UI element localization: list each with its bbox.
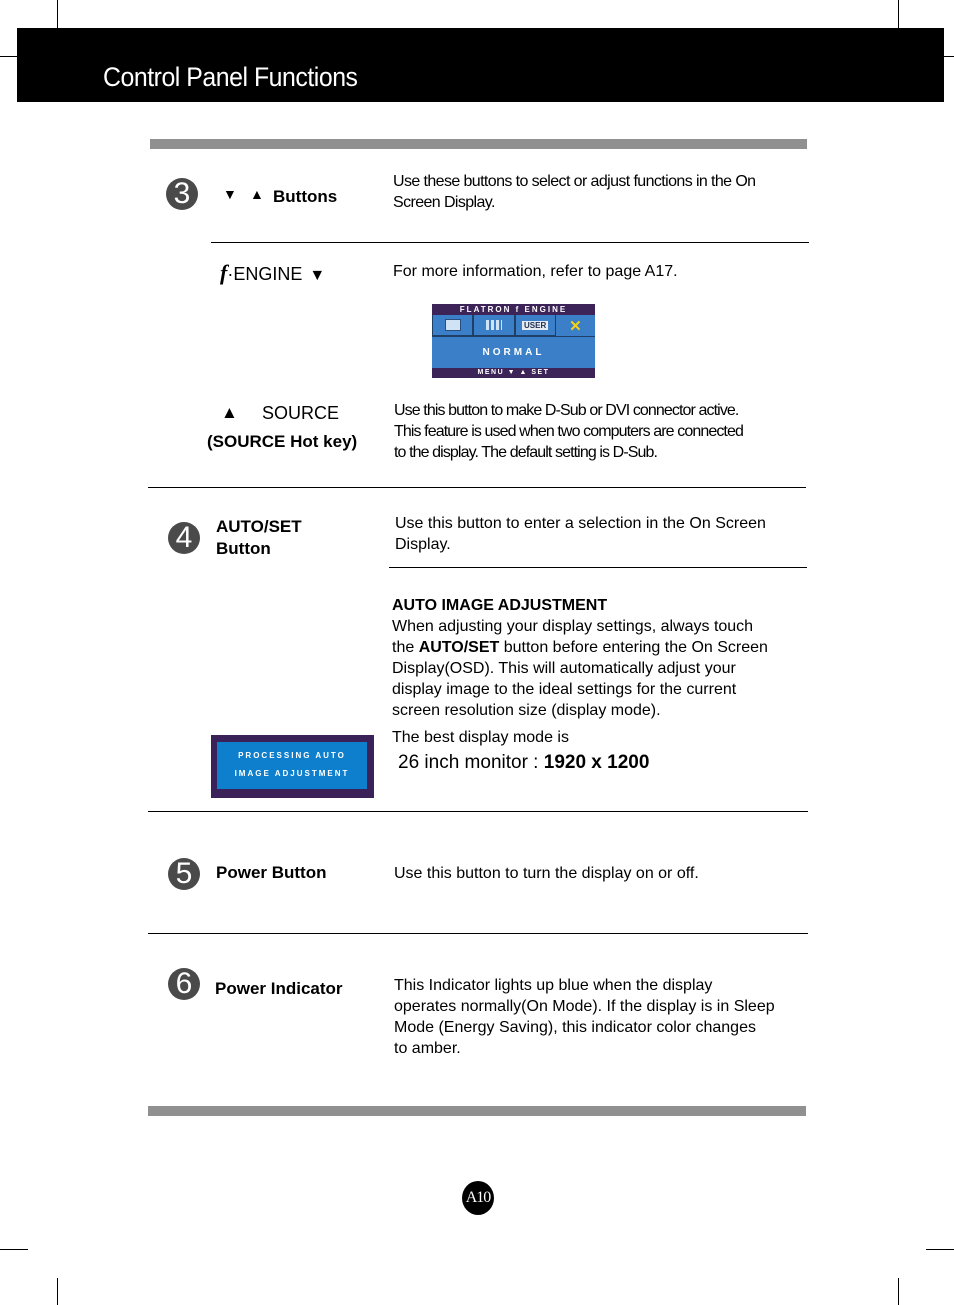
f-engine-description: For more information, refer to page A17. [393, 263, 678, 280]
label-line: AUTO/SET [216, 517, 302, 536]
crop-mark [898, 0, 899, 28]
engine-text: ·ENGINE [227, 264, 303, 284]
section-number-badge: 3 [166, 178, 198, 210]
crop-mark [926, 1249, 954, 1250]
source-description: Use this button to make D-Sub or DVI con… [394, 400, 744, 463]
source-label: SOURCE [262, 403, 340, 423]
auto-set-description: Use this button to enter a selection in … [395, 513, 766, 555]
resolution: 1920 x 1200 [543, 752, 650, 773]
up-triangle-icon: ▲ [250, 186, 264, 202]
divider [389, 567, 807, 568]
divider [211, 242, 809, 243]
processing-osd-image: PROCESSING AUTO IMAGE ADJUSTMENT [211, 735, 374, 798]
page-number-badge: A10 [462, 1181, 494, 1215]
buttons-description: Use these buttons to select or adjust fu… [393, 171, 756, 213]
header-bar: Control Panel Functions [17, 28, 944, 102]
section-number-badge: 6 [168, 968, 200, 1000]
power-button-description: Use this button to turn the display on o… [394, 865, 699, 882]
description-line: Display(OSD). This will automatically ad… [392, 660, 736, 677]
section-number-badge: 4 [168, 522, 200, 554]
description-line: Screen Display. [393, 194, 495, 211]
down-triangle-icon: ▼ [223, 186, 237, 202]
buttons-label: Buttons [273, 187, 338, 206]
crop-mark [57, 1278, 58, 1305]
osd-tabs: USER ✕ [432, 315, 595, 337]
f-engine-label: f·ENGINE ▼ [220, 260, 325, 286]
auto-adjust-text: AUTO IMAGE ADJUSTMENT When adjusting you… [392, 595, 768, 721]
osd-line: IMAGE ADJUSTMENT [234, 769, 350, 778]
text: button before entering the On Screen [499, 639, 768, 656]
f-engine-osd-image: FLATRON f ENGINE USER ✕ NORMAL MENU ▼ ▲ … [432, 304, 595, 378]
description-line: display image to the ideal settings for … [392, 681, 737, 698]
osd-footer: MENU ▼ ▲ SET [432, 368, 595, 378]
monitor-size: 26 inch monitor : [398, 752, 544, 773]
x-icon: ✕ [569, 317, 582, 335]
user-label: USER [522, 320, 549, 330]
auto-set-label: AUTO/SET Button [216, 516, 302, 560]
description-line: When adjusting your display settings, al… [392, 618, 754, 635]
crop-mark [0, 1249, 28, 1250]
description-line: Mode (Energy Saving), this indicator col… [394, 1019, 756, 1036]
up-triangle-icon: ▲ [221, 403, 238, 422]
auto-set-emphasis: AUTO/SET [418, 639, 500, 656]
description-line: Use this button to make D-Sub or DVI con… [394, 402, 739, 419]
grid-icon [473, 315, 515, 336]
description-line: screen resolution size (display mode). [392, 702, 661, 719]
text: the [392, 639, 419, 656]
description-line: the AUTO/SET button before entering the … [392, 637, 768, 658]
crop-mark [0, 56, 17, 57]
page-title: Control Panel Functions [103, 62, 358, 92]
divider [148, 811, 808, 812]
osd-mode: NORMAL [482, 347, 545, 358]
divider [148, 487, 806, 488]
top-divider [150, 139, 807, 149]
osd-title: FLATRON f ENGINE [432, 304, 595, 315]
description-line: operates normally(On Mode). If the displ… [394, 998, 775, 1015]
description-line: Use these buttons to select or adjust fu… [393, 173, 756, 190]
power-indicator-description: This Indicator lights up blue when the d… [394, 975, 775, 1059]
section-number-badge: 5 [168, 858, 200, 890]
osd-line: PROCESSING AUTO [238, 751, 346, 760]
osd-user-tab: USER [514, 315, 556, 336]
power-button-label: Power Button [216, 863, 327, 882]
divider [148, 933, 808, 934]
description-line: Display. [395, 536, 451, 553]
best-mode-label: The best display mode is [392, 729, 569, 746]
crop-mark [898, 1278, 899, 1305]
source-hotkey-label: (SOURCE Hot key) [207, 432, 358, 451]
bottom-divider [148, 1106, 806, 1116]
description-line: This feature is used when two computers … [394, 423, 744, 440]
power-indicator-label: Power Indicator [215, 979, 343, 998]
label-line: Button [216, 539, 271, 558]
description-line: Use this button to enter a selection in … [395, 515, 766, 532]
description-line: to amber. [394, 1040, 461, 1057]
auto-adjust-heading: AUTO IMAGE ADJUSTMENT [392, 597, 608, 614]
description-line: to the display. The default setting is D… [394, 444, 658, 461]
processing-osd-screen: PROCESSING AUTO IMAGE ADJUSTMENT [217, 742, 367, 789]
description-line: This Indicator lights up blue when the d… [394, 977, 713, 994]
crop-mark [57, 0, 58, 28]
monitor-icon [432, 315, 474, 336]
down-triangle-icon: ▼ [309, 267, 326, 284]
best-mode-value: 26 inch monitor : 1920 x 1200 [398, 752, 649, 774]
